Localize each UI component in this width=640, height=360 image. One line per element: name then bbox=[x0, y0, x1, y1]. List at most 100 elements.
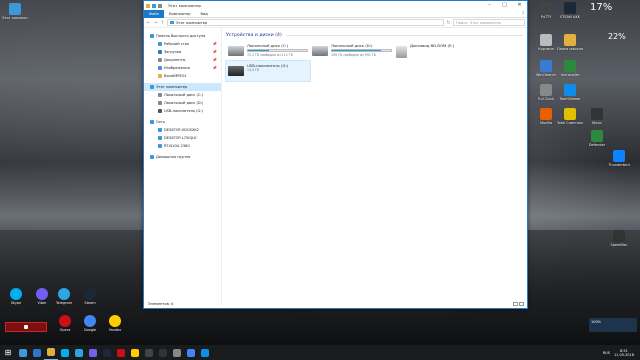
nav-item-icon bbox=[158, 50, 162, 54]
pin-icon[interactable]: 📌 bbox=[213, 58, 217, 62]
mini-panel[interactable] bbox=[5, 322, 47, 332]
nav-item[interactable]: Загрузки 📌 bbox=[144, 48, 221, 56]
desktop-icon-google[interactable]: Google bbox=[77, 315, 103, 332]
taskbar-app[interactable] bbox=[100, 345, 114, 360]
tiles-view-button[interactable] bbox=[519, 302, 524, 306]
desktop-icon-this-pc[interactable]: Этот компьютер bbox=[2, 3, 28, 20]
drive-free-space: 72,2 ГБ свободно из 111 ГБ bbox=[247, 53, 294, 57]
nav-item[interactable]: Локальный диск (C:) bbox=[144, 91, 221, 99]
nav-item[interactable]: Этот компьютер bbox=[144, 83, 221, 91]
app-icon bbox=[33, 348, 41, 357]
back-button[interactable]: ← bbox=[146, 20, 151, 26]
properties-icon[interactable] bbox=[158, 3, 162, 8]
desktop-icon-skype[interactable]: Skype bbox=[3, 288, 29, 305]
nav-item[interactable]: Панель быстрого доступа bbox=[144, 32, 221, 40]
taskbar-app[interactable] bbox=[114, 345, 128, 360]
nav-item-icon bbox=[158, 136, 162, 140]
nav-item[interactable]: BandiMPEG1 bbox=[144, 72, 221, 80]
desktop-icon-right[interactable]: WinCleaner bbox=[533, 60, 559, 77]
forward-button[interactable]: → bbox=[153, 20, 158, 26]
taskbar-app[interactable] bbox=[142, 345, 156, 360]
desktop-icon-right[interactable]: TeamViewer bbox=[557, 84, 583, 101]
tab-computer[interactable]: Компьютер bbox=[164, 10, 196, 18]
drive-tile[interactable]: Локальный диск (D:) 159 ГБ свободно из 93… bbox=[310, 41, 394, 61]
nav-item[interactable]: Документы 📌 bbox=[144, 56, 221, 64]
desktop-icon-right[interactable]: Total Commander bbox=[557, 108, 583, 125]
desktop-icon-telegram[interactable]: Telegram bbox=[51, 288, 77, 305]
desktop-icon-right[interactable]: SpeedFan bbox=[606, 230, 632, 247]
start-button[interactable]: ⊞ bbox=[0, 345, 16, 360]
nav-item[interactable]: Рабочий стол 📌 bbox=[144, 40, 221, 48]
quick-access-icon[interactable] bbox=[152, 3, 156, 8]
group-header[interactable]: Устройства и диски (4) bbox=[226, 33, 523, 38]
pin-icon[interactable]: 📌 bbox=[213, 66, 217, 70]
details-view-button[interactable] bbox=[513, 302, 518, 306]
drive-tile[interactable]: Локальный диск (C:) 72,2 ГБ свободно из 1… bbox=[226, 41, 310, 61]
taskbar-app[interactable] bbox=[86, 345, 100, 360]
skype-icon bbox=[10, 288, 22, 300]
nav-item[interactable]: RT-N10U-2380 bbox=[144, 142, 221, 150]
nav-item-label: RT-N10U-2380 bbox=[164, 144, 190, 148]
language-indicator[interactable]: RUS bbox=[603, 351, 610, 355]
drive-tile[interactable]: Дисковод BD-ROM (E:) bbox=[394, 41, 478, 61]
navigation-pane: Панель быстрого доступа Рабочий стол 📌 Загр… bbox=[144, 28, 222, 305]
content-pane: Устройства и диски (4) Локальный диск (C… bbox=[222, 28, 527, 305]
nav-item[interactable]: Локальный диск (D:) bbox=[144, 99, 221, 107]
search-input[interactable]: Поиск: Этот компьютер bbox=[453, 19, 525, 26]
nav-item[interactable]: DESKTOP-L75IQLK bbox=[144, 134, 221, 142]
taskbar-app[interactable] bbox=[44, 345, 58, 360]
desktop-icon-right[interactable]: PuTTY bbox=[533, 2, 559, 19]
desktop-icon-yandex[interactable]: Yandex bbox=[102, 315, 128, 332]
nav-item[interactable]: Изображения 📌 bbox=[144, 64, 221, 72]
volume-widget[interactable]: 100% bbox=[589, 318, 637, 332]
taskbar-app[interactable] bbox=[16, 345, 30, 360]
tab-file[interactable]: Файл bbox=[144, 9, 164, 18]
pin-icon[interactable]: 📌 bbox=[213, 50, 217, 54]
desktop-icon-opera[interactable]: Opera bbox=[52, 315, 78, 332]
drive-name: Локальный диск (C:) bbox=[247, 43, 289, 48]
desktop-icon-label: Thunderbird bbox=[608, 163, 630, 167]
desktop-icon-right[interactable]: Full Clock bbox=[533, 84, 559, 101]
taskbar-app[interactable] bbox=[184, 345, 198, 360]
nav-item[interactable]: Домашняя группа bbox=[144, 153, 221, 161]
taskbar-app[interactable] bbox=[128, 345, 142, 360]
status-text: Элементов: 4 bbox=[148, 302, 174, 306]
taskbar-app[interactable] bbox=[156, 345, 170, 360]
nav-item-label: Локальный диск (D:) bbox=[164, 101, 204, 105]
desktop-icon-label: SpeedFan bbox=[610, 243, 628, 247]
desktop-icon-label: Mozilla bbox=[539, 121, 553, 125]
desktop-icon-right[interactable]: Mozilla bbox=[533, 108, 559, 125]
taskbar-app[interactable] bbox=[58, 345, 72, 360]
address-field[interactable]: Этот компьютер bbox=[167, 19, 444, 26]
desktop-icon-right[interactable]: STEAM AKK bbox=[557, 2, 583, 19]
desktop-icon-steam[interactable]: Steam bbox=[77, 288, 103, 305]
record-icon bbox=[24, 325, 28, 329]
pin-icon[interactable]: 📌 bbox=[213, 42, 217, 46]
desktop-icon-right[interactable]: Папка машины bbox=[557, 34, 583, 51]
taskbar-app[interactable] bbox=[72, 345, 86, 360]
tab-view[interactable]: Вид bbox=[195, 10, 212, 18]
maximize-button[interactable]: ▢ bbox=[497, 1, 512, 10]
help-icon[interactable]: ? bbox=[519, 11, 527, 17]
desktop-icon-right[interactable]: Thunderbird bbox=[606, 150, 632, 167]
taskbar-app[interactable] bbox=[198, 345, 212, 360]
taskbar: ⊞ RUS 8:51 11.05.2018 bbox=[0, 345, 640, 360]
desktop-icon-right[interactable]: Music bbox=[584, 108, 610, 125]
nav-item[interactable]: USB-накопитель (G:) bbox=[144, 107, 221, 115]
app-icon bbox=[47, 348, 55, 356]
desktop-icon-right[interactable]: Defender bbox=[584, 130, 610, 147]
taskbar-app[interactable] bbox=[30, 345, 44, 360]
close-button[interactable]: ✕ bbox=[512, 1, 527, 10]
nav-item[interactable]: Сеть bbox=[144, 118, 221, 126]
nav-item[interactable]: DESKTOP-0DOSXK2 bbox=[144, 126, 221, 134]
up-button[interactable]: ↑ bbox=[160, 20, 165, 26]
minimize-button[interactable]: – bbox=[482, 1, 497, 10]
opera-icon bbox=[59, 315, 71, 327]
drive-tile[interactable]: USB-накопитель (G:) 14,5 ГБ bbox=[225, 60, 311, 82]
yandex-icon bbox=[109, 315, 121, 327]
desktop-icon-right[interactable]: Корзина bbox=[533, 34, 559, 51]
desktop-icon-right[interactable]: Uninstaller bbox=[557, 60, 583, 77]
refresh-button[interactable]: ↻ bbox=[446, 20, 451, 26]
taskbar-app[interactable] bbox=[170, 345, 184, 360]
clock[interactable]: 8:51 11.05.2018 bbox=[614, 349, 634, 357]
